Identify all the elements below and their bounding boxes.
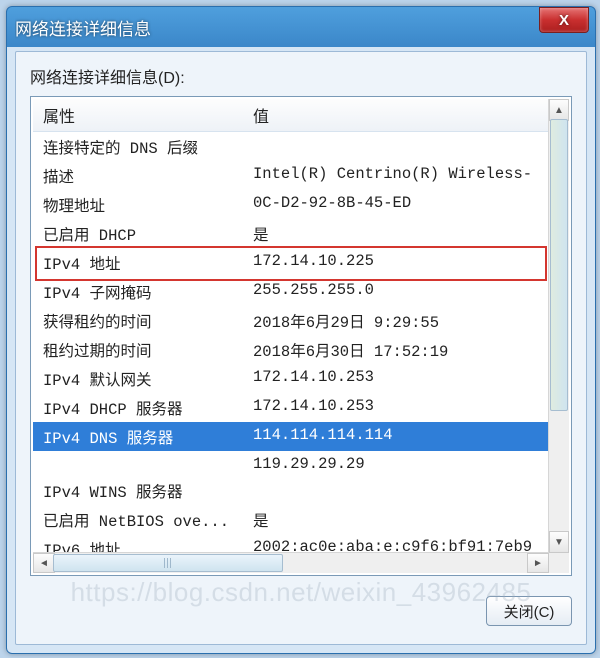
list-row[interactable]: 已启用 DHCP是 — [33, 219, 549, 248]
list-row[interactable]: 获得租约的时间2018年6月29日 9:29:55 — [33, 306, 549, 335]
close-button[interactable]: 关闭(C) — [486, 596, 572, 626]
scrollbar-corner — [549, 553, 569, 573]
scroll-right-arrow-icon[interactable]: ► — [527, 553, 549, 573]
row-property: IPv4 地址 — [43, 252, 253, 274]
column-header-property[interactable]: 属性 — [43, 103, 253, 127]
list-row[interactable]: IPv4 DNS 服务器114.114.114.114 — [33, 422, 549, 451]
row-property: 已启用 NetBIOS ove... — [43, 509, 253, 531]
row-property — [43, 455, 253, 473]
scroll-left-arrow-icon[interactable]: ◄ — [33, 553, 55, 573]
row-value: 2002:ac0e:aba:e:c9f6:bf91:7eb9 — [253, 538, 539, 554]
row-property: 物理地址 — [43, 194, 253, 216]
row-value: 172.14.10.253 — [253, 368, 539, 390]
row-value: 2018年6月29日 9:29:55 — [253, 310, 539, 332]
row-value: 119.29.29.29 — [253, 455, 539, 473]
list-row[interactable]: 物理地址0C-D2-92-8B-45-ED — [33, 190, 549, 219]
vertical-scrollbar[interactable]: ▲ ▼ — [548, 99, 569, 553]
row-property: 描述 — [43, 165, 253, 187]
client-area: 网络连接详细信息(D): 属性 值 连接特定的 DNS 后缀描述Intel(R)… — [15, 51, 587, 645]
row-value: 255.255.255.0 — [253, 281, 539, 303]
row-value — [253, 480, 539, 502]
list-row[interactable]: IPv4 默认网关172.14.10.253 — [33, 364, 549, 393]
row-value: 172.14.10.253 — [253, 397, 539, 419]
column-header-value[interactable]: 值 — [253, 103, 539, 127]
row-property: IPv4 子网掩码 — [43, 281, 253, 303]
horizontal-scrollbar[interactable]: ◄ ► — [33, 552, 549, 573]
row-property: IPv4 默认网关 — [43, 368, 253, 390]
row-value: 0C-D2-92-8B-45-ED — [253, 194, 539, 216]
close-icon: X — [559, 12, 569, 29]
row-property: 获得租约的时间 — [43, 310, 253, 332]
dialog-window: 网络连接详细信息 X 网络连接详细信息(D): 属性 值 连接特定的 DNS 后… — [6, 6, 596, 654]
section-label: 网络连接详细信息(D): — [30, 64, 572, 88]
window-title: 网络连接详细信息 — [15, 15, 587, 40]
row-property: IPv4 DHCP 服务器 — [43, 397, 253, 419]
rows-container: 连接特定的 DNS 后缀描述Intel(R) Centrino(R) Wirel… — [33, 132, 549, 553]
scroll-down-arrow-icon[interactable]: ▼ — [549, 531, 569, 553]
list-row[interactable]: 已启用 NetBIOS ove...是 — [33, 505, 549, 534]
list-row[interactable]: 租约过期的时间2018年6月30日 17:52:19 — [33, 335, 549, 364]
titlebar[interactable]: 网络连接详细信息 X — [7, 7, 595, 47]
list-row[interactable]: IPv6 地址2002:ac0e:aba:e:c9f6:bf91:7eb9 — [33, 534, 549, 553]
list-row[interactable]: IPv4 地址172.14.10.225 — [33, 248, 549, 277]
list-inner: 属性 值 连接特定的 DNS 后缀描述Intel(R) Centrino(R) … — [33, 99, 549, 553]
row-property: 已启用 DHCP — [43, 223, 253, 245]
row-value: Intel(R) Centrino(R) Wireless- — [253, 165, 539, 187]
row-property: IPv6 地址 — [43, 538, 253, 554]
row-value: 114.114.114.114 — [253, 426, 539, 448]
button-row: 关闭(C) — [30, 596, 572, 626]
horizontal-scroll-track[interactable] — [53, 553, 529, 573]
list-row[interactable]: 描述Intel(R) Centrino(R) Wireless- — [33, 161, 549, 190]
horizontal-scroll-thumb[interactable] — [53, 554, 283, 572]
list-row[interactable]: IPv4 子网掩码255.255.255.0 — [33, 277, 549, 306]
window-close-button[interactable]: X — [539, 7, 589, 33]
row-value: 是 — [253, 509, 539, 531]
row-property: 租约过期的时间 — [43, 339, 253, 361]
list-row[interactable]: IPv4 WINS 服务器 — [33, 476, 549, 505]
row-value: 2018年6月30日 17:52:19 — [253, 339, 539, 361]
row-property: 连接特定的 DNS 后缀 — [43, 136, 253, 158]
list-row[interactable]: 连接特定的 DNS 后缀 — [33, 132, 549, 161]
vertical-scroll-track[interactable] — [549, 119, 569, 533]
row-property: IPv4 WINS 服务器 — [43, 480, 253, 502]
details-listview[interactable]: 属性 值 连接特定的 DNS 后缀描述Intel(R) Centrino(R) … — [30, 96, 572, 576]
row-value: 是 — [253, 223, 539, 245]
row-value — [253, 136, 539, 158]
row-value: 172.14.10.225 — [253, 252, 539, 274]
column-headers[interactable]: 属性 值 — [33, 99, 549, 132]
scroll-up-arrow-icon[interactable]: ▲ — [549, 99, 569, 121]
list-row[interactable]: IPv4 DHCP 服务器172.14.10.253 — [33, 393, 549, 422]
vertical-scroll-thumb[interactable] — [550, 119, 568, 411]
list-row[interactable]: 119.29.29.29 — [33, 451, 549, 476]
row-property: IPv4 DNS 服务器 — [43, 426, 253, 448]
